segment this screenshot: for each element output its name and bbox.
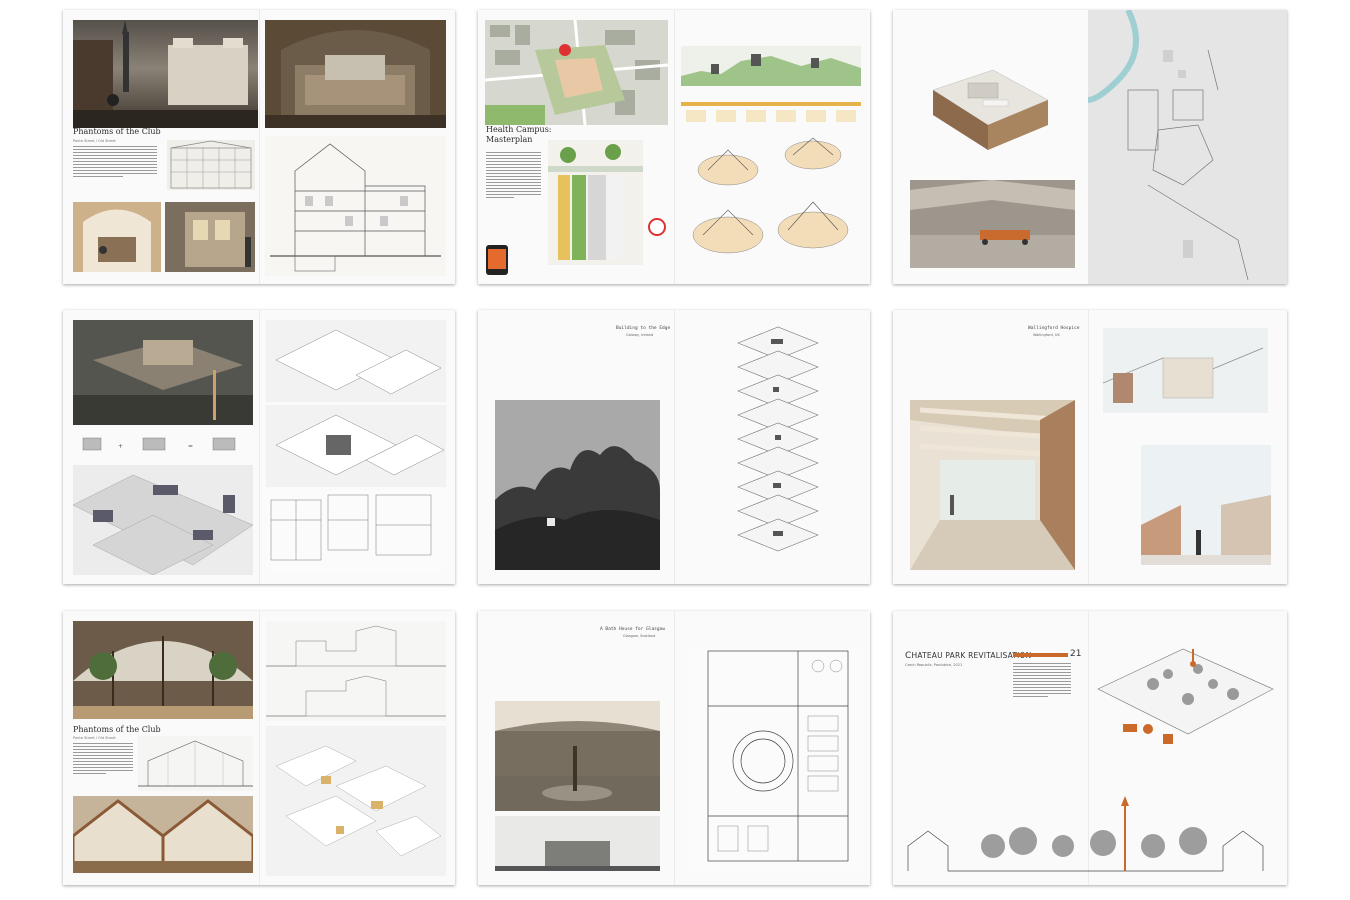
urban-iso-collage [73,465,253,575]
timber-gable-render [73,796,253,873]
campus-section-strip [681,46,861,86]
street-night-render [73,20,258,128]
spread-title: Phantoms of the Club [73,725,161,734]
health-campus-spread[interactable]: Health Campus: Masterplan [478,10,870,284]
phantoms-club-spread-3[interactable]: Phantoms of the Club Ponte Street / Old … [63,611,455,885]
hospice-courtyard-sketch [1141,445,1271,565]
floor-plans-set [266,490,446,572]
spread-title: Phantoms of the Club [73,127,161,136]
spread-subtitle: Glasgow, Scotland [623,634,656,638]
spread-title: Wallingford Hospice [1028,326,1080,331]
process-diagram [681,90,861,130]
spread-subtitle: Wallingford, UK [1033,333,1060,337]
spread-title: A Bath House for Glasgow [600,627,666,632]
spread-title-line1: Health Campus: [486,125,552,134]
svg-text:+: + [118,443,123,450]
page-number-bar [1013,653,1068,657]
site-plan-drawing [1088,10,1287,284]
body-text-block [73,146,157,179]
dark-terrain-map [495,400,660,570]
chateau-park-spread[interactable]: CHATEAU PARK REVITALISATION Czech Republ… [893,611,1287,885]
svg-text:=: = [188,443,193,450]
speed-sign-icon [648,218,666,236]
bath-floor-plan [688,646,863,871]
park-axonometric [1093,629,1278,754]
body-text-block [486,152,541,200]
spread-subtitle: Czech Republic, Pardubice, 2021 [905,663,963,667]
section-drawing [265,136,446,276]
bath-elevation [495,816,660,871]
glasshouse-section [138,736,253,791]
site-model-photo [923,55,1053,165]
park-section [903,791,1281,876]
hospice-section-sketch [1103,328,1268,413]
iso-axonometric-middle [266,405,446,487]
body-text-block [73,743,133,776]
exploded-floor-stack [733,325,823,570]
facade-elevation-drawing [167,140,255,190]
page-number: 21 [1070,649,1082,659]
courtyard-perspective [910,400,1075,570]
bath-house-spread[interactable]: A Bath House for Glasgow Glasgow, Scotla… [478,611,870,885]
spread-subtitle: Ponte Street / Old Street [73,139,116,143]
pavilion-diagrams [683,130,863,270]
spread-subtitle: Galway, Ireland [626,333,654,337]
aerial-night-render [73,320,253,425]
street-elevations [266,621,446,721]
building-edge-spread[interactable]: Building to the Edge Galway, Ireland [478,310,870,584]
phantoms-club-spread-2[interactable]: + = [63,310,455,584]
spread-title: Building to the Edge [616,326,671,331]
street-diagram [548,140,643,265]
urban-masterplan-drawing [266,726,446,876]
masterplan-aerial [485,20,668,125]
phone-app-mockup [486,245,508,275]
interior-workshop-render [910,180,1075,268]
model-site-spread[interactable] [893,10,1287,284]
spread-title-line2: Masterplan [486,135,533,144]
wallingford-spread[interactable]: Wallingford Hospice Wallingford, UK [893,310,1287,584]
facade-dusk-render [165,202,255,272]
glasshouse-render [73,621,253,719]
iso-axonometric-top [266,320,446,402]
bath-interior-render [495,701,660,811]
component-diagram: + = [73,428,253,463]
phantoms-club-spread-1[interactable]: Phantoms of the Club Ponte Street / Old … [63,10,455,284]
arch-view-render [265,20,446,128]
spread-subtitle: Ponte Street / Old Street [73,736,116,740]
interior-render-1 [73,202,161,272]
body-text-block [1013,663,1071,699]
